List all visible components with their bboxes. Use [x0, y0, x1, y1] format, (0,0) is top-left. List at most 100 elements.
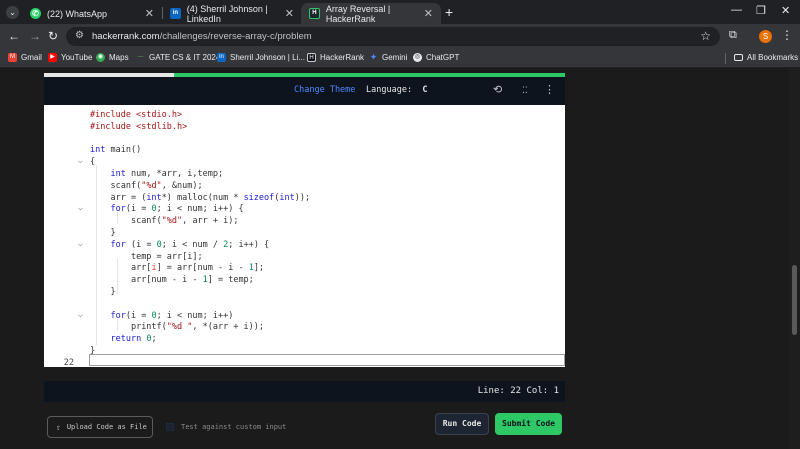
- gate-icon: —: [137, 54, 144, 60]
- folder-icon: [734, 54, 743, 61]
- custom-input-toggle[interactable]: Test against custom input: [166, 423, 286, 431]
- code-line[interactable]: ⌵ for (i = 0; i < num / 2; i++) {: [44, 239, 565, 251]
- code-line[interactable]: scanf("%d", arr + i);: [44, 215, 565, 227]
- bookmark-star-icon[interactable]: ☆: [700, 29, 711, 43]
- language-selector[interactable]: Language: C: [366, 85, 427, 95]
- code-line[interactable]: return 0;: [44, 333, 565, 345]
- all-bookmarks[interactable]: All Bookmarks: [734, 53, 798, 62]
- code-line[interactable]: }: [44, 345, 565, 357]
- fold-chevron-icon[interactable]: ⌵: [78, 309, 83, 321]
- code-line[interactable]: arr = (int*) malloc(num * sizeof(int));: [44, 192, 565, 204]
- code-line[interactable]: #include <stdio.h>: [44, 109, 565, 121]
- address-bar[interactable]: ⚙ hackerrank.com/challenges/reverse-arra…: [66, 27, 720, 46]
- code-text: arr[num - i - 1] = temp;: [130, 275, 254, 286]
- minimize-icon[interactable]: —: [731, 4, 742, 16]
- close-icon[interactable]: ✕: [145, 7, 154, 20]
- code-text: int num, *arr, i,temp;: [110, 169, 224, 179]
- forward-icon[interactable]: →: [29, 29, 41, 43]
- code-line[interactable]: }: [44, 286, 565, 298]
- code-line[interactable]: arr[num - i - 1] = temp;: [44, 274, 565, 286]
- bookmark-youtube[interactable]: ▶ YouTube: [48, 53, 92, 62]
- run-code-button[interactable]: Run Code: [435, 413, 489, 435]
- tab-whatsapp[interactable]: ✆ (22) WhatsApp ✕: [22, 3, 162, 24]
- code-line[interactable]: ⌵ for(i = 0; i < num; i++): [44, 310, 565, 322]
- restore-icon[interactable]: ❐: [756, 4, 766, 17]
- tab-search-icon[interactable]: ⌄: [6, 6, 19, 19]
- code-text: scanf("%d", &num);: [110, 180, 203, 191]
- browser-tab-strip: ⌄ ✆ (22) WhatsApp ✕ in (4) Sherril Johns…: [0, 0, 800, 24]
- cursor-position: Line: 22 Col: 1: [477, 386, 559, 396]
- fold-chevron-icon[interactable]: ⌵: [78, 202, 83, 214]
- hackerrank-icon: H: [309, 8, 320, 19]
- close-icon[interactable]: ✕: [424, 7, 433, 20]
- more-options-icon[interactable]: ⋮: [544, 83, 555, 96]
- close-icon[interactable]: ✕: [285, 7, 294, 20]
- tab-hackerrank[interactable]: H Array Reversal | HackerRank ✕: [301, 3, 441, 24]
- change-theme-link[interactable]: Change Theme: [294, 85, 355, 95]
- code-line[interactable]: temp = arr[i];: [44, 251, 565, 263]
- chatgpt-icon: ◎: [413, 53, 422, 62]
- code-text: printf("%d ", *(arr + i));: [130, 322, 265, 333]
- code-text: }: [90, 346, 96, 356]
- avatar[interactable]: S: [759, 30, 772, 43]
- tab-title: (22) WhatsApp: [47, 8, 108, 19]
- code-line[interactable]: ⌵{: [44, 156, 565, 168]
- bookmark-chatgpt[interactable]: ◎ ChatGPT: [413, 53, 459, 62]
- bookmark-hackerrank[interactable]: H HackerRank: [307, 53, 364, 62]
- code-line[interactable]: #include <stdlib.h>: [44, 121, 565, 133]
- youtube-icon: ▶: [48, 53, 57, 62]
- upload-icon: ⇪: [56, 422, 61, 432]
- code-line[interactable]: printf("%d ", *(arr + i));: [44, 321, 565, 333]
- code-text: #include <stdio.h>: [90, 110, 183, 120]
- history-icon[interactable]: ⟲: [493, 83, 502, 96]
- code-line[interactable]: ⌵ for(i = 0; i < num; i++) {: [44, 203, 565, 215]
- menu-icon[interactable]: ⋮: [781, 28, 793, 42]
- maps-icon: ◉: [96, 53, 105, 62]
- scrollbar-thumb[interactable]: [792, 265, 797, 335]
- bookmark-gmail[interactable]: M Gmail: [8, 53, 42, 62]
- tab-linkedin[interactable]: in (4) Sherril Johnson | LinkedIn ✕: [162, 3, 302, 24]
- submit-code-button[interactable]: Submit Code: [495, 413, 562, 435]
- site-info-icon[interactable]: ⚙: [75, 30, 84, 41]
- fold-chevron-icon[interactable]: ⌵: [78, 238, 83, 250]
- reload-icon[interactable]: ↻: [48, 29, 58, 43]
- gmail-icon: M: [8, 53, 17, 62]
- bookmark-gemini[interactable]: ✦ Gemini: [369, 52, 408, 63]
- gemini-icon: ✦: [369, 52, 378, 62]
- code-line[interactable]: int num, *arr, i,temp;: [44, 168, 565, 180]
- bookmarks-bar: M Gmail ▶ YouTube ◉ Maps — GATE CS & IT 2024…: [0, 49, 800, 68]
- whatsapp-icon: ✆: [30, 8, 41, 19]
- code-text: }: [110, 228, 116, 238]
- code-text: for(i = 0; i < num; i++) {: [110, 204, 244, 215]
- bookmark-divider: [725, 53, 726, 64]
- back-icon[interactable]: ←: [8, 29, 20, 43]
- new-tab-icon[interactable]: +: [445, 4, 453, 20]
- page-scrollbar[interactable]: [789, 68, 800, 449]
- code-text: int main(): [90, 145, 142, 156]
- code-text: arr[i] = arr[num - i - 1];: [130, 263, 265, 274]
- code-editor[interactable]: #include <stdio.h> #include <stdlib.h> int…: [44, 105, 565, 367]
- bookmark-maps[interactable]: ◉ Maps: [96, 53, 129, 62]
- close-window-icon[interactable]: ✕: [781, 4, 790, 17]
- expand-icon[interactable]: ⁚⁚: [522, 85, 528, 96]
- line-number: 22: [63, 357, 74, 367]
- code-text: scanf("%d", arr + i);: [130, 216, 239, 227]
- editor-status-bar: Line: 22 Col: 1: [44, 381, 565, 402]
- bookmark-gate[interactable]: — GATE CS & IT 2024: [136, 53, 221, 62]
- code-line[interactable]: }: [44, 227, 565, 239]
- code-line[interactable]: [44, 298, 565, 310]
- extensions-icon[interactable]: ⧉: [729, 29, 737, 42]
- code-line[interactable]: [44, 133, 565, 145]
- code-line[interactable]: 22: [44, 357, 565, 367]
- code-line[interactable]: int main(): [44, 144, 565, 156]
- bookmark-linkedin[interactable]: in Sherril Johnson | Li...: [217, 53, 305, 62]
- code-text: return 0;: [110, 334, 157, 345]
- code-text: for (i = 0; i < num / 2; i++) {: [110, 239, 270, 250]
- custom-input-checkbox[interactable]: [166, 423, 174, 431]
- browser-toolbar: ← → ↻ ⚙ hackerrank.com/challenges/revers…: [0, 24, 800, 49]
- code-line[interactable]: arr[i] = arr[num - i - 1];: [44, 262, 565, 274]
- upload-code-button[interactable]: ⇪ Upload Code as File: [47, 416, 153, 438]
- fold-chevron-icon[interactable]: ⌵: [78, 155, 83, 167]
- code-text: #include <stdlib.h>: [90, 121, 188, 132]
- code-line[interactable]: scanf("%d", &num);: [44, 180, 565, 192]
